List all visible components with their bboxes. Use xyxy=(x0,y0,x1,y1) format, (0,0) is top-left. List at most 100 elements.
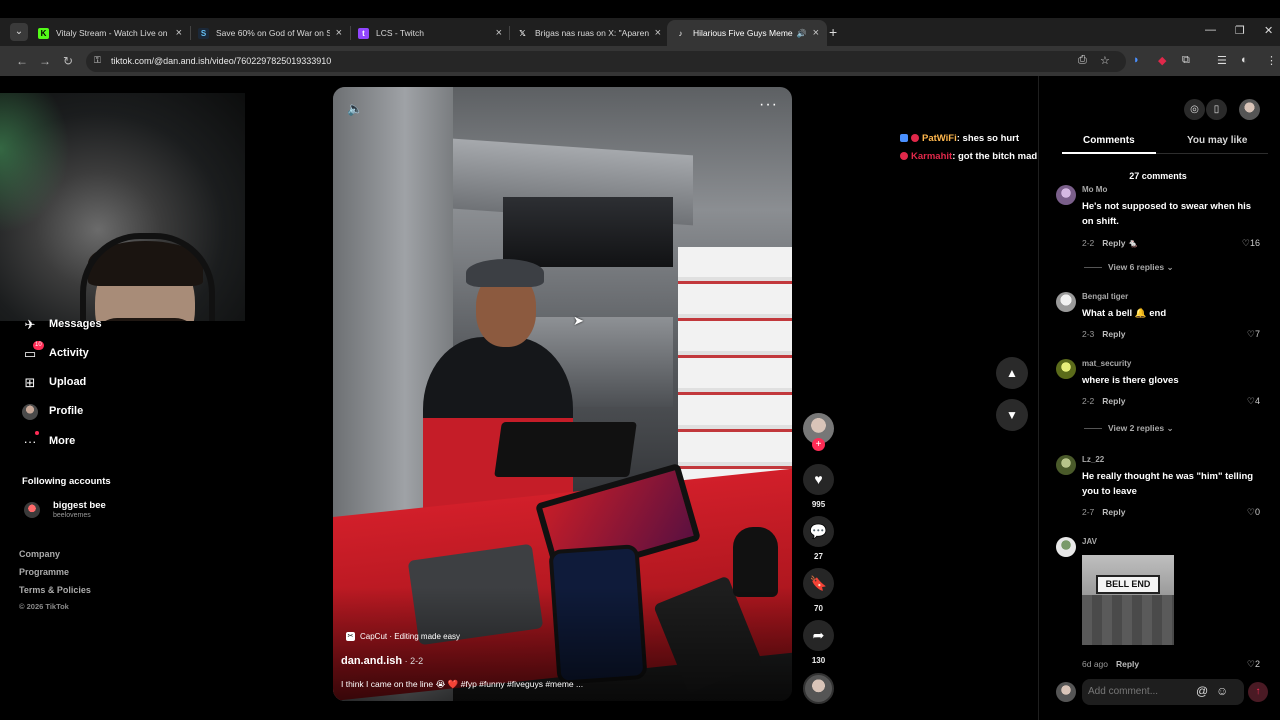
save-button[interactable]: 🔖 xyxy=(803,568,834,599)
forward-icon[interactable]: → xyxy=(39,54,51,68)
view-replies-button[interactable]: View 2 replies ⌄ xyxy=(1084,423,1174,434)
chat-username: PatWiFi xyxy=(922,133,957,144)
reply-button[interactable]: Reply xyxy=(1116,659,1139,669)
footer-link-company[interactable]: Company xyxy=(19,549,60,559)
comment-like[interactable]: ♡16 xyxy=(1242,238,1260,249)
close-icon[interactable]: × xyxy=(655,27,661,39)
video-author[interactable]: dan.and.ish · 2-2 xyxy=(341,655,423,667)
more-options-icon[interactable]: ··· xyxy=(759,96,778,114)
reply-button[interactable]: Reply xyxy=(1102,396,1125,406)
footer-link-terms[interactable]: Terms & Policies xyxy=(19,585,91,595)
mouse-cursor-icon: ➤ xyxy=(573,313,584,328)
browser-tab[interactable]: 𝕏 Brigas nas ruas on X: "Aparente × xyxy=(509,20,669,46)
comment-meta: 2-2 Reply 🐁 xyxy=(1082,238,1138,249)
extension-icon[interactable]: ◗ xyxy=(1133,54,1140,66)
comment-like[interactable]: ♡2 xyxy=(1247,659,1260,669)
emoji-icon[interactable]: ☺ xyxy=(1216,684,1228,698)
comment-input-placeholder: Add comment... xyxy=(1088,686,1159,697)
minimize-icon[interactable]: — xyxy=(1205,24,1216,36)
close-window-icon[interactable]: ✕ xyxy=(1264,24,1273,37)
comment-like[interactable]: ♡4 xyxy=(1247,396,1260,407)
avatar[interactable] xyxy=(1056,455,1076,475)
avatar[interactable] xyxy=(1056,359,1076,379)
view-replies-button[interactable]: View 6 replies ⌄ xyxy=(1084,262,1174,273)
heart-outline-icon: ♡ xyxy=(1246,396,1255,406)
close-icon[interactable]: × xyxy=(496,27,502,39)
profile-icon[interactable]: ◐ xyxy=(1241,54,1248,66)
speaker-icon[interactable]: 🔊 xyxy=(797,29,807,38)
chat-badge-icon xyxy=(900,134,908,143)
comment-text: He really thought he was "him" telling y… xyxy=(1082,471,1254,497)
send-arrow-icon[interactable]: ↑ xyxy=(1248,682,1268,702)
chat-badge-icon xyxy=(911,134,919,143)
comment-username[interactable]: Bengal tiger xyxy=(1082,292,1128,301)
back-icon[interactable]: ← xyxy=(16,54,28,68)
previous-video-button[interactable]: ▲ xyxy=(996,357,1028,389)
compass-icon[interactable]: ◎ xyxy=(1184,99,1205,120)
more-icon: ··· xyxy=(23,434,37,449)
browser-menu-icon[interactable]: ⋮ xyxy=(1266,54,1277,67)
mention-icon[interactable]: @ xyxy=(1196,684,1208,698)
notification-badge: 10 xyxy=(33,341,44,350)
view-replies-label: View 2 replies xyxy=(1108,423,1165,433)
share-button[interactable]: ➦ xyxy=(803,620,834,651)
comment-button[interactable]: 💬 xyxy=(803,516,834,547)
url-field[interactable]: ⚿ tiktok.com/@dan.and.ish/video/76022978… xyxy=(86,51,1126,72)
close-icon[interactable]: × xyxy=(813,27,819,39)
tab-search-icon[interactable]: ⌄ xyxy=(10,23,28,41)
follow-plus-icon[interactable]: + xyxy=(812,438,825,451)
account-avatar[interactable] xyxy=(1239,99,1260,120)
reply-button[interactable]: Reply xyxy=(1102,329,1125,339)
extension-icon[interactable]: ◆ xyxy=(1158,54,1166,67)
url-text: tiktok.com/@dan.and.ish/video/7602297825… xyxy=(111,56,332,66)
comment-like[interactable]: ♡0 xyxy=(1247,507,1260,518)
tab-title: Hilarious Five Guys Meme xyxy=(693,28,793,38)
new-tab-icon[interactable]: + xyxy=(829,24,837,40)
add-comment-bar: Add comment... @ ☺ ↑ xyxy=(1056,679,1270,705)
video-caption[interactable]: I think I came on the line 😭 ❤️ #fyp #fu… xyxy=(341,679,583,690)
capcut-anchor[interactable]: ✂ CapCut · Editing made easy xyxy=(346,632,460,641)
close-icon[interactable]: × xyxy=(176,27,182,39)
comment-username[interactable]: Mo Mo xyxy=(1082,185,1107,194)
sound-avatar[interactable] xyxy=(803,673,834,704)
media-controls-icon[interactable]: ☰ xyxy=(1217,54,1227,67)
install-app-icon[interactable]: ⎙ xyxy=(1078,54,1087,67)
comment-username[interactable]: Lz_22 xyxy=(1082,455,1104,464)
extensions-puzzle-icon[interactable]: ⧉ xyxy=(1182,54,1190,67)
browser-tab-active[interactable]: ♪ Hilarious Five Guys Meme 🔊 × xyxy=(667,20,827,46)
reply-button[interactable]: Reply xyxy=(1102,238,1125,248)
avatar[interactable] xyxy=(1056,185,1076,205)
volume-icon[interactable]: 🔈 xyxy=(347,101,363,117)
comment-username[interactable]: JAV xyxy=(1082,537,1097,546)
browser-tab[interactable]: t LCS - Twitch × xyxy=(350,20,510,46)
browser-tab[interactable]: K Vitaly Stream - Watch Live on K × xyxy=(30,20,190,46)
avatar[interactable] xyxy=(1056,292,1076,312)
streamer-webcam xyxy=(0,93,245,321)
bookmark-star-icon[interactable]: ☆ xyxy=(1100,54,1110,67)
close-icon[interactable]: × xyxy=(336,27,342,39)
next-video-button[interactable]: ▼ xyxy=(996,399,1028,431)
mobile-icon[interactable]: ▯ xyxy=(1206,99,1227,120)
avatar[interactable] xyxy=(1056,537,1076,557)
share-count: 130 xyxy=(811,656,826,665)
reload-icon[interactable]: ↻ xyxy=(63,54,73,68)
comment-like-count: 4 xyxy=(1254,396,1260,406)
comment-date: 2-2 xyxy=(1082,238,1095,248)
comment-username[interactable]: mat_security xyxy=(1082,359,1131,368)
account-name: biggest bee xyxy=(53,500,106,511)
capcut-icon: ✂ xyxy=(346,632,355,641)
creator-liked-avatar-icon: 🐁 xyxy=(1127,238,1139,248)
video-player[interactable]: 🔈 ··· ✂ CapCut · Editing made easy dan.a… xyxy=(333,87,792,701)
author-name: dan.and.ish xyxy=(341,655,403,667)
tab-you-may-like[interactable]: You may like xyxy=(1187,135,1247,146)
comment-like[interactable]: ♡7 xyxy=(1247,329,1260,340)
comment-like-count: 0 xyxy=(1254,507,1260,517)
reply-button[interactable]: Reply xyxy=(1102,507,1125,517)
like-button[interactable]: ♥ xyxy=(803,464,834,495)
site-info-icon[interactable]: ⚿ xyxy=(94,55,101,66)
maximize-icon[interactable]: ❐ xyxy=(1235,24,1245,37)
comment-image[interactable]: BELL END xyxy=(1082,555,1174,645)
footer-link-programme[interactable]: Programme xyxy=(19,567,69,577)
browser-tab[interactable]: S Save 60% on God of War on St × xyxy=(190,20,350,46)
tab-comments[interactable]: Comments xyxy=(1083,135,1135,146)
